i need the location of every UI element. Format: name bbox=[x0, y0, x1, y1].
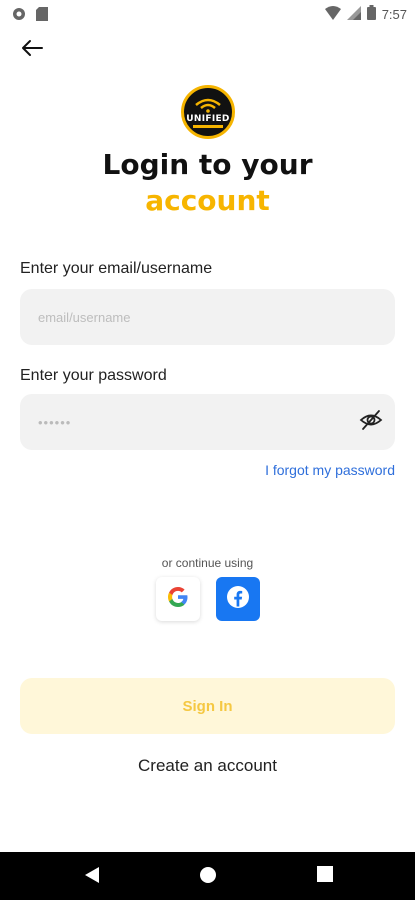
back-button[interactable] bbox=[20, 38, 50, 62]
facebook-icon bbox=[226, 585, 250, 614]
brand-logo: UNIFIED bbox=[181, 85, 235, 139]
sign-in-button[interactable]: Sign In bbox=[20, 678, 395, 734]
arrow-left-icon bbox=[20, 38, 44, 63]
logo-underline bbox=[193, 124, 223, 128]
recents-square-icon[interactable] bbox=[317, 866, 333, 887]
sd-card-icon bbox=[36, 7, 48, 26]
google-icon bbox=[167, 586, 189, 613]
email-field-container bbox=[20, 289, 395, 345]
facebook-login-button[interactable] bbox=[216, 577, 260, 621]
home-circle-icon[interactable] bbox=[199, 866, 217, 889]
battery-icon bbox=[366, 5, 376, 23]
password-field-container bbox=[20, 394, 395, 450]
wifi-icon bbox=[324, 5, 341, 23]
forgot-password-link[interactable]: I forgot my password bbox=[265, 462, 395, 478]
status-bar: 7:57 bbox=[0, 0, 415, 28]
logo-text: UNIFIED bbox=[186, 113, 230, 124]
status-left-icons bbox=[12, 7, 48, 26]
create-account-link[interactable]: Create an account bbox=[0, 756, 415, 776]
password-field[interactable] bbox=[20, 394, 395, 450]
google-login-button[interactable] bbox=[156, 577, 200, 621]
back-triangle-icon[interactable] bbox=[84, 866, 100, 889]
settings-circle-icon bbox=[12, 7, 26, 26]
eye-off-icon bbox=[359, 408, 383, 437]
status-right-icons: 7:57 bbox=[324, 5, 407, 23]
page-title-line1: Login to your bbox=[102, 148, 313, 181]
page-title-line2: account bbox=[145, 184, 270, 217]
wifi-logo-icon bbox=[195, 98, 221, 113]
system-nav-bar bbox=[0, 852, 415, 900]
signal-icon bbox=[346, 5, 361, 23]
password-label: Enter your password bbox=[20, 367, 167, 384]
email-label: Enter your email/username bbox=[20, 260, 213, 277]
status-time: 7:57 bbox=[381, 6, 407, 22]
email-field[interactable] bbox=[20, 289, 395, 345]
or-continue-text: or continue using bbox=[161, 556, 254, 570]
password-visibility-toggle[interactable] bbox=[357, 408, 385, 436]
